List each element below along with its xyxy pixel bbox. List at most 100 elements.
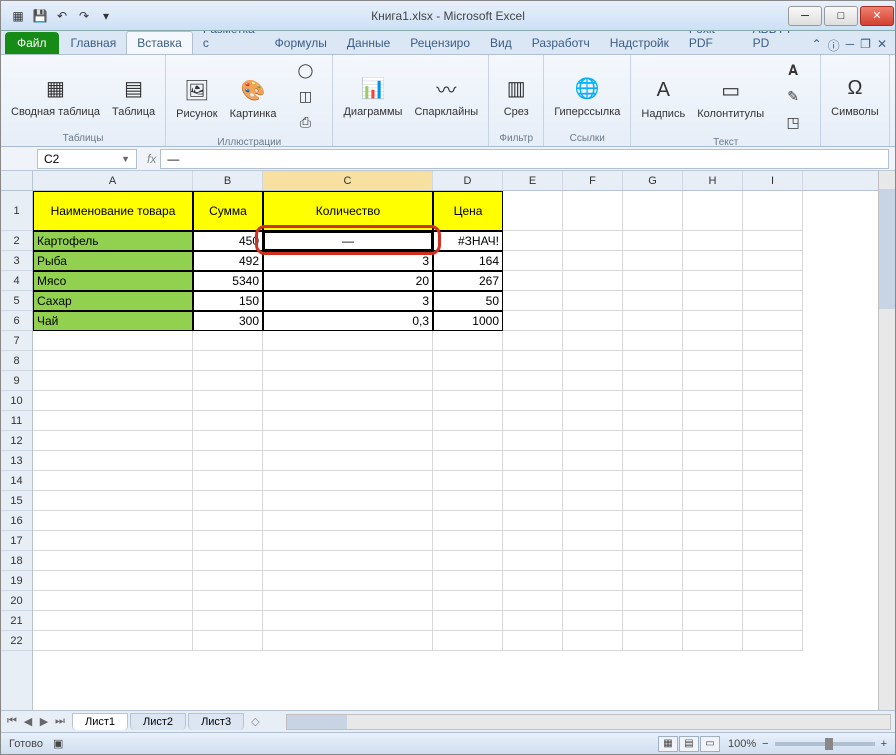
textbox-button[interactable]: AНадпись	[637, 59, 689, 135]
cell[interactable]: 50	[433, 291, 503, 311]
cell[interactable]	[563, 611, 623, 631]
cell[interactable]	[743, 291, 803, 311]
cell[interactable]	[623, 451, 683, 471]
cell[interactable]: Чай	[33, 311, 193, 331]
cell[interactable]	[503, 431, 563, 451]
cell[interactable]	[623, 391, 683, 411]
row-header[interactable]: 16	[1, 511, 32, 531]
cell[interactable]	[683, 251, 743, 271]
sheet-nav-prev-icon[interactable]: ◀	[21, 715, 35, 728]
col-header[interactable]: D	[433, 171, 503, 190]
object-button[interactable]: ◳	[772, 111, 814, 135]
row-header[interactable]: 12	[1, 431, 32, 451]
cell[interactable]: Рыба	[33, 251, 193, 271]
cell[interactable]	[563, 351, 623, 371]
cell[interactable]	[743, 371, 803, 391]
col-header[interactable]: B	[193, 171, 263, 190]
cell[interactable]	[683, 451, 743, 471]
cell[interactable]: Наименование товара	[33, 191, 193, 231]
new-sheet-icon[interactable]: ◇	[245, 715, 265, 728]
cell[interactable]	[683, 591, 743, 611]
cell[interactable]	[503, 291, 563, 311]
row-header[interactable]: 15	[1, 491, 32, 511]
row-header[interactable]: 9	[1, 371, 32, 391]
save-icon[interactable]: 💾	[31, 7, 49, 25]
cell[interactable]	[683, 631, 743, 651]
namebox-dropdown-icon[interactable]: ▼	[121, 154, 130, 164]
row-header[interactable]: 4	[1, 271, 32, 291]
cell[interactable]	[263, 431, 433, 451]
charts-button[interactable]: 📊Диаграммы	[339, 59, 406, 131]
name-box[interactable]: C2▼	[37, 149, 137, 169]
cell[interactable]	[33, 611, 193, 631]
cell[interactable]	[683, 331, 743, 351]
row-header[interactable]: 11	[1, 411, 32, 431]
cell[interactable]	[563, 371, 623, 391]
cell[interactable]	[193, 551, 263, 571]
cell[interactable]	[193, 371, 263, 391]
cell[interactable]	[683, 551, 743, 571]
horizontal-scrollbar[interactable]	[286, 714, 891, 730]
cell[interactable]	[33, 631, 193, 651]
cell[interactable]: 450	[193, 231, 263, 251]
cell[interactable]: 20	[263, 271, 433, 291]
sheet-nav-first-icon[interactable]: ⏮	[5, 715, 19, 728]
slicer-button[interactable]: ▥Срез	[495, 59, 537, 131]
cell[interactable]	[263, 571, 433, 591]
fx-icon[interactable]: fx	[147, 152, 156, 166]
cell[interactable]	[743, 451, 803, 471]
cell[interactable]	[193, 331, 263, 351]
cell[interactable]	[623, 491, 683, 511]
cell[interactable]: #ЗНАЧ!	[433, 231, 503, 251]
cell[interactable]	[743, 511, 803, 531]
cell[interactable]	[263, 351, 433, 371]
cell[interactable]	[263, 331, 433, 351]
sheet-tab[interactable]: Лист2	[130, 713, 186, 730]
cell[interactable]	[743, 391, 803, 411]
row-header[interactable]: 5	[1, 291, 32, 311]
cell[interactable]	[193, 351, 263, 371]
zoom-out-icon[interactable]: −	[762, 738, 768, 750]
cell[interactable]	[743, 571, 803, 591]
cell[interactable]	[503, 371, 563, 391]
cell[interactable]: 492	[193, 251, 263, 271]
sheet-nav-next-icon[interactable]: ▶	[37, 715, 51, 728]
file-tab[interactable]: Файл	[5, 32, 59, 54]
cell[interactable]	[503, 471, 563, 491]
col-header[interactable]: E	[503, 171, 563, 190]
sheet-nav-last-icon[interactable]: ⏭	[53, 715, 67, 728]
cell[interactable]	[683, 431, 743, 451]
cell[interactable]	[563, 491, 623, 511]
row-header[interactable]: 17	[1, 531, 32, 551]
cell[interactable]	[433, 391, 503, 411]
smartart-button[interactable]: ◫	[284, 85, 326, 109]
cell[interactable]	[563, 191, 623, 231]
cell[interactable]	[563, 451, 623, 471]
cell[interactable]	[623, 611, 683, 631]
cell[interactable]	[503, 411, 563, 431]
cell[interactable]	[33, 551, 193, 571]
cell[interactable]	[563, 591, 623, 611]
cell[interactable]	[563, 551, 623, 571]
help-icon[interactable]: ⓘ	[828, 37, 840, 54]
cell[interactable]	[623, 231, 683, 251]
cell[interactable]: Мясо	[33, 271, 193, 291]
cell[interactable]	[193, 591, 263, 611]
cell[interactable]	[433, 331, 503, 351]
window-close-icon[interactable]: ✕	[877, 37, 887, 54]
cell[interactable]	[683, 271, 743, 291]
zoom-in-icon[interactable]: +	[881, 738, 887, 750]
cell[interactable]	[623, 311, 683, 331]
cell[interactable]	[623, 331, 683, 351]
cell[interactable]	[193, 451, 263, 471]
cell[interactable]	[623, 351, 683, 371]
page-break-view-icon[interactable]: ▭	[700, 736, 720, 752]
cell[interactable]	[623, 251, 683, 271]
cell[interactable]	[563, 531, 623, 551]
cell[interactable]	[743, 491, 803, 511]
cell[interactable]	[193, 471, 263, 491]
cell[interactable]	[743, 331, 803, 351]
col-header[interactable]: A	[33, 171, 193, 190]
cell[interactable]	[33, 531, 193, 551]
cell[interactable]	[263, 511, 433, 531]
